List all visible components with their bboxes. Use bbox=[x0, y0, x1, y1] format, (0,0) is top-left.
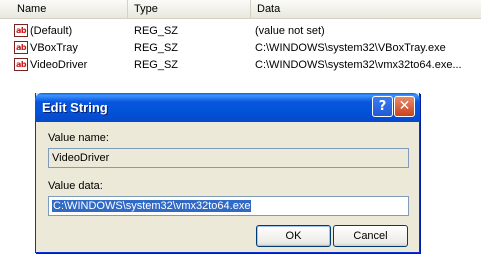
dialog-titlebar[interactable]: Edit String ? ✕ bbox=[35, 93, 420, 122]
value-data-selected-text: C:\WINDOWS\system32\vmx32to64.exe bbox=[52, 200, 252, 212]
string-value-icon: ab bbox=[14, 41, 28, 54]
row-type: REG_SZ bbox=[134, 59, 179, 71]
row-name: VideoDriver bbox=[30, 59, 88, 71]
registry-row-vboxtray[interactable]: ab VBoxTray REG_SZ C:\WINDOWS\system32\V… bbox=[0, 40, 481, 56]
registry-row-videodriver[interactable]: ab VideoDriver REG_SZ C:\WINDOWS\system3… bbox=[0, 57, 481, 73]
cancel-button[interactable]: Cancel bbox=[333, 225, 408, 247]
dialog-title: Edit String bbox=[42, 100, 108, 115]
edit-string-dialog: Edit String ? ✕ Value name: VideoDriver … bbox=[35, 93, 420, 253]
row-type: REG_SZ bbox=[134, 25, 179, 37]
value-name-field: VideoDriver bbox=[48, 148, 409, 168]
column-header-type[interactable]: Type bbox=[128, 0, 251, 18]
row-name: VBoxTray bbox=[30, 42, 78, 54]
row-name: (Default) bbox=[30, 25, 73, 37]
value-data-label: Value data: bbox=[48, 180, 103, 192]
string-value-icon: ab bbox=[14, 58, 28, 71]
list-header: Name Type Data bbox=[0, 0, 481, 19]
value-data-input[interactable]: C:\WINDOWS\system32\vmx32to64.exe bbox=[48, 196, 409, 216]
column-header-name[interactable]: Name bbox=[0, 0, 128, 18]
close-button[interactable]: ✕ bbox=[394, 96, 415, 117]
ok-button[interactable]: OK bbox=[256, 225, 331, 247]
column-header-data[interactable]: Data bbox=[251, 0, 481, 18]
string-value-icon: ab bbox=[14, 24, 28, 37]
value-name-label: Value name: bbox=[48, 132, 109, 144]
row-data: C:\WINDOWS\system32\vmx32to64.exe... bbox=[255, 59, 462, 71]
close-icon: ✕ bbox=[398, 98, 411, 114]
row-data: (value not set) bbox=[255, 25, 325, 37]
help-button[interactable]: ? bbox=[372, 96, 393, 117]
registry-row-default[interactable]: ab (Default) REG_SZ (value not set) bbox=[0, 23, 481, 39]
help-icon: ? bbox=[378, 99, 387, 114]
row-type: REG_SZ bbox=[134, 42, 179, 54]
row-data: C:\WINDOWS\system32\VBoxTray.exe bbox=[255, 42, 446, 54]
